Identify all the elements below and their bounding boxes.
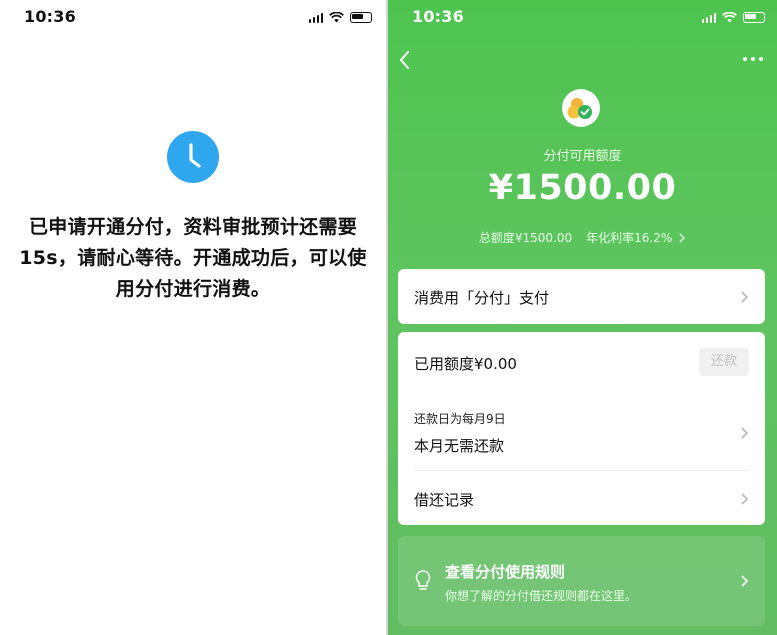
clock-icon <box>167 131 219 183</box>
battery-icon <box>743 11 765 23</box>
signal-icon <box>308 12 323 23</box>
row-divider <box>414 470 749 471</box>
signal-icon <box>701 12 716 23</box>
chevron-right-icon <box>679 233 686 243</box>
repay-status: 本月无需还款 <box>414 437 505 455</box>
fenfu-logo-icon <box>562 89 600 127</box>
lightbulb-icon <box>415 570 431 590</box>
pending-message: 已申请开通分付，资料审批预计还需要15s，请耐心等待。开通成功后，可以使用分付进… <box>19 216 367 300</box>
annual-rate: 年化利率16.2% <box>586 231 673 245</box>
status-icons <box>701 10 765 24</box>
chevron-right-icon <box>741 291 749 303</box>
status-bar: 10:36 <box>0 0 386 34</box>
wifi-icon <box>329 11 344 22</box>
total-limit: 总额度¥1500.00 <box>478 231 573 245</box>
used-limit: 已用额度¥0.00 <box>414 355 517 373</box>
chevron-right-icon <box>741 493 749 505</box>
rules-title: 查看分付使用规则 <box>445 563 566 581</box>
fenfu-screen: 10:36 分付可用额度 ¥1500.00 总额度¥1500.00 年化利率16… <box>388 0 777 635</box>
credit-summary[interactable]: 总额度¥1500.00 年化利率16.2% <box>388 229 777 246</box>
pending-screen: 10:36 已申请开通分付，资料审批预计还需要15s，请耐心等待。开通成功后，可… <box>0 0 386 635</box>
account-card: 已用额度¥0.00 还款 还款日为每月9日 本月无需还款 借还记录 <box>398 332 765 525</box>
credit-amount: ¥1500.00 <box>488 168 677 208</box>
repay-day-label: 还款日为每月9日 <box>414 412 506 426</box>
back-icon[interactable] <box>396 48 414 72</box>
repay-button[interactable]: 还款 <box>699 348 749 376</box>
status-time: 10:36 <box>412 7 464 26</box>
records-label: 借还记录 <box>414 491 475 509</box>
chevron-right-icon <box>741 427 749 439</box>
rules-banner[interactable]: 查看分付使用规则 你想了解的分付借还规则都在这里。 <box>398 536 765 626</box>
battery-icon <box>350 11 372 23</box>
more-icon[interactable] <box>743 57 763 61</box>
chevron-right-icon <box>741 575 749 587</box>
rules-description: 你想了解的分付借还规则都在这里。 <box>445 589 638 603</box>
status-time: 10:36 <box>24 7 76 26</box>
credit-label: 分付可用额度 <box>543 149 622 164</box>
pay-with-fenfu-row[interactable]: 消费用「分付」支付 <box>398 269 765 324</box>
status-icons <box>308 10 372 24</box>
wifi-icon <box>722 11 737 22</box>
pay-with-label: 消费用「分付」支付 <box>414 289 550 307</box>
